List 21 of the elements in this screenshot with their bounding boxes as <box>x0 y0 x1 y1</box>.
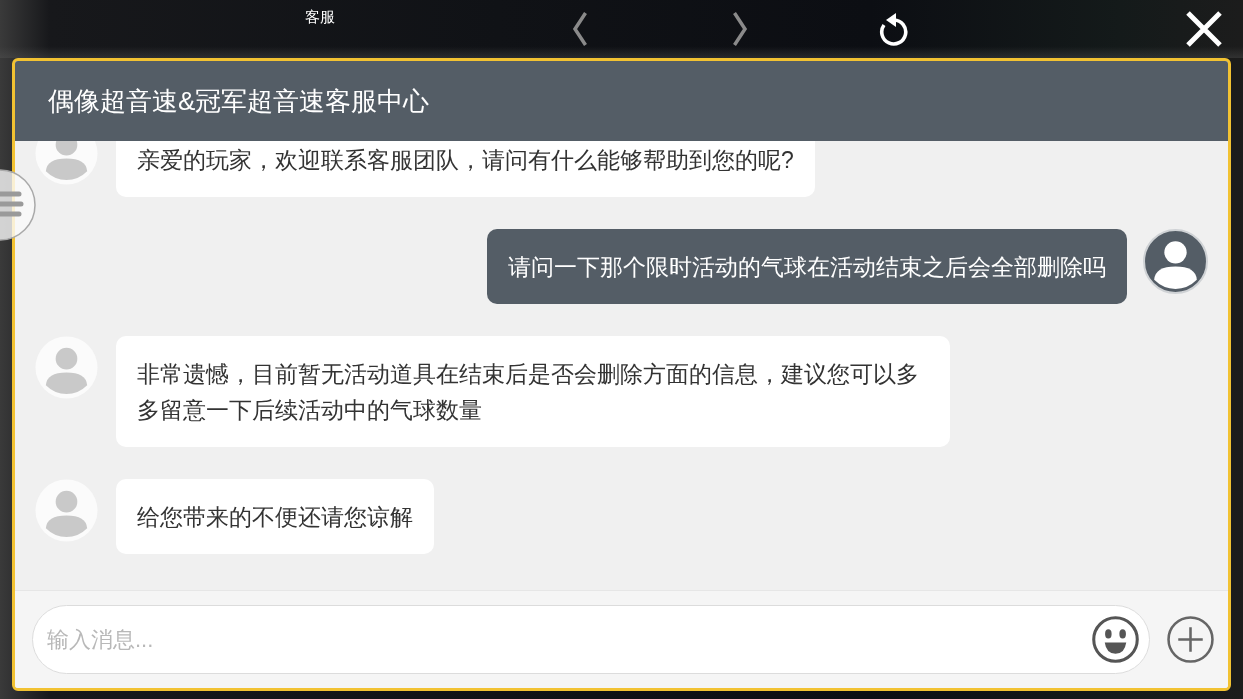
message-bubble: 非常遗憾，目前暂无活动道具在结束后是否会删除方面的信息，建议您可以多多留意一下后续活动中的气球数量 <box>116 336 950 447</box>
message-bubble: 给您带来的不便还请您谅解 <box>116 479 434 554</box>
avatar-icon <box>35 479 98 542</box>
close-icon <box>1186 11 1222 47</box>
add-button[interactable] <box>1167 616 1214 663</box>
page-title: 客服 <box>305 8 335 26</box>
chevron-left-icon <box>572 11 588 47</box>
close-button[interactable] <box>1186 11 1222 47</box>
message-bubble: 请问一下那个限时活动的气球在活动结束之后会全部删除吗 <box>487 229 1127 304</box>
chevron-right-icon <box>732 11 748 47</box>
avatar-icon <box>1143 229 1208 294</box>
window-title: 偶像超音速&冠军超音速客服中心 <box>48 85 430 117</box>
avatar-icon <box>35 336 98 399</box>
message-input[interactable]: 输入消息... <box>32 605 1150 674</box>
refresh-icon <box>878 12 910 46</box>
refresh-button[interactable] <box>878 12 910 46</box>
emoji-button[interactable] <box>1092 616 1139 663</box>
message-bubble: 亲爱的玩家，欢迎联系客服团队，请问有什么能够帮助到您的呢? <box>116 141 815 197</box>
smiley-icon <box>1092 616 1139 663</box>
plus-icon <box>1167 616 1214 663</box>
floating-menu-button[interactable] <box>0 169 37 241</box>
